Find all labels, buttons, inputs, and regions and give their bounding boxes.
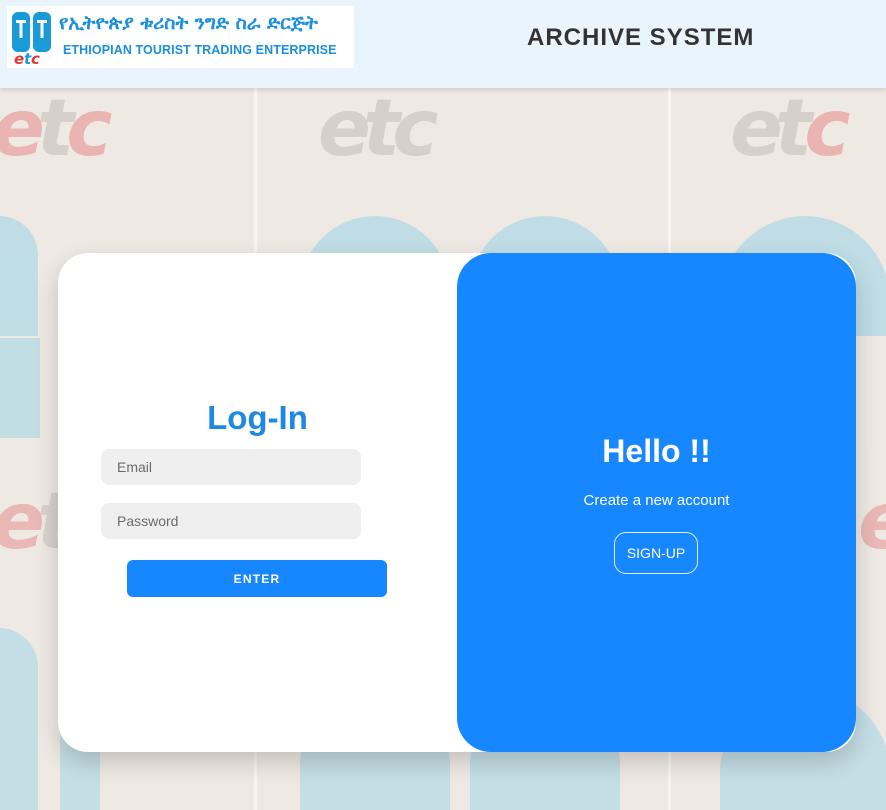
logo-english-text: ETHIOPIAN TOURIST TRADING ENTERPRISE: [63, 43, 337, 57]
login-title: Log-In: [207, 399, 308, 436]
email-input[interactable]: [101, 449, 361, 485]
signup-subtext: Create a new account: [583, 492, 730, 509]
svg-text:e: e: [14, 50, 24, 66]
signup-panel: Hello !! Create a new account SIGN-UP: [457, 253, 856, 752]
company-logo[interactable]: e t c የኢትዮጵያ ቱሪስት ንግድ ስራ ድርጅት ETHIOPIAN …: [7, 6, 354, 68]
app-title: ARCHIVE SYSTEM: [527, 24, 755, 51]
auth-card: Log-In ENTER Hello !! Create a new accou…: [58, 253, 856, 752]
logo-amharic-text: የኢትዮጵያ ቱሪስት ንግድ ስራ ድርጅት: [59, 12, 318, 34]
header-bar: e t c የኢትዮጵያ ቱሪስት ንግድ ስራ ድርጅት ETHIOPIAN …: [0, 0, 886, 88]
ettc-logo-icon: e t c: [12, 12, 51, 66]
password-input[interactable]: [101, 503, 361, 539]
svg-text:c: c: [31, 50, 40, 66]
signup-heading: Hello !!: [602, 433, 711, 469]
login-panel: Log-In ENTER: [58, 253, 457, 752]
signup-button[interactable]: SIGN-UP: [614, 532, 698, 574]
enter-button[interactable]: ENTER: [127, 560, 387, 597]
